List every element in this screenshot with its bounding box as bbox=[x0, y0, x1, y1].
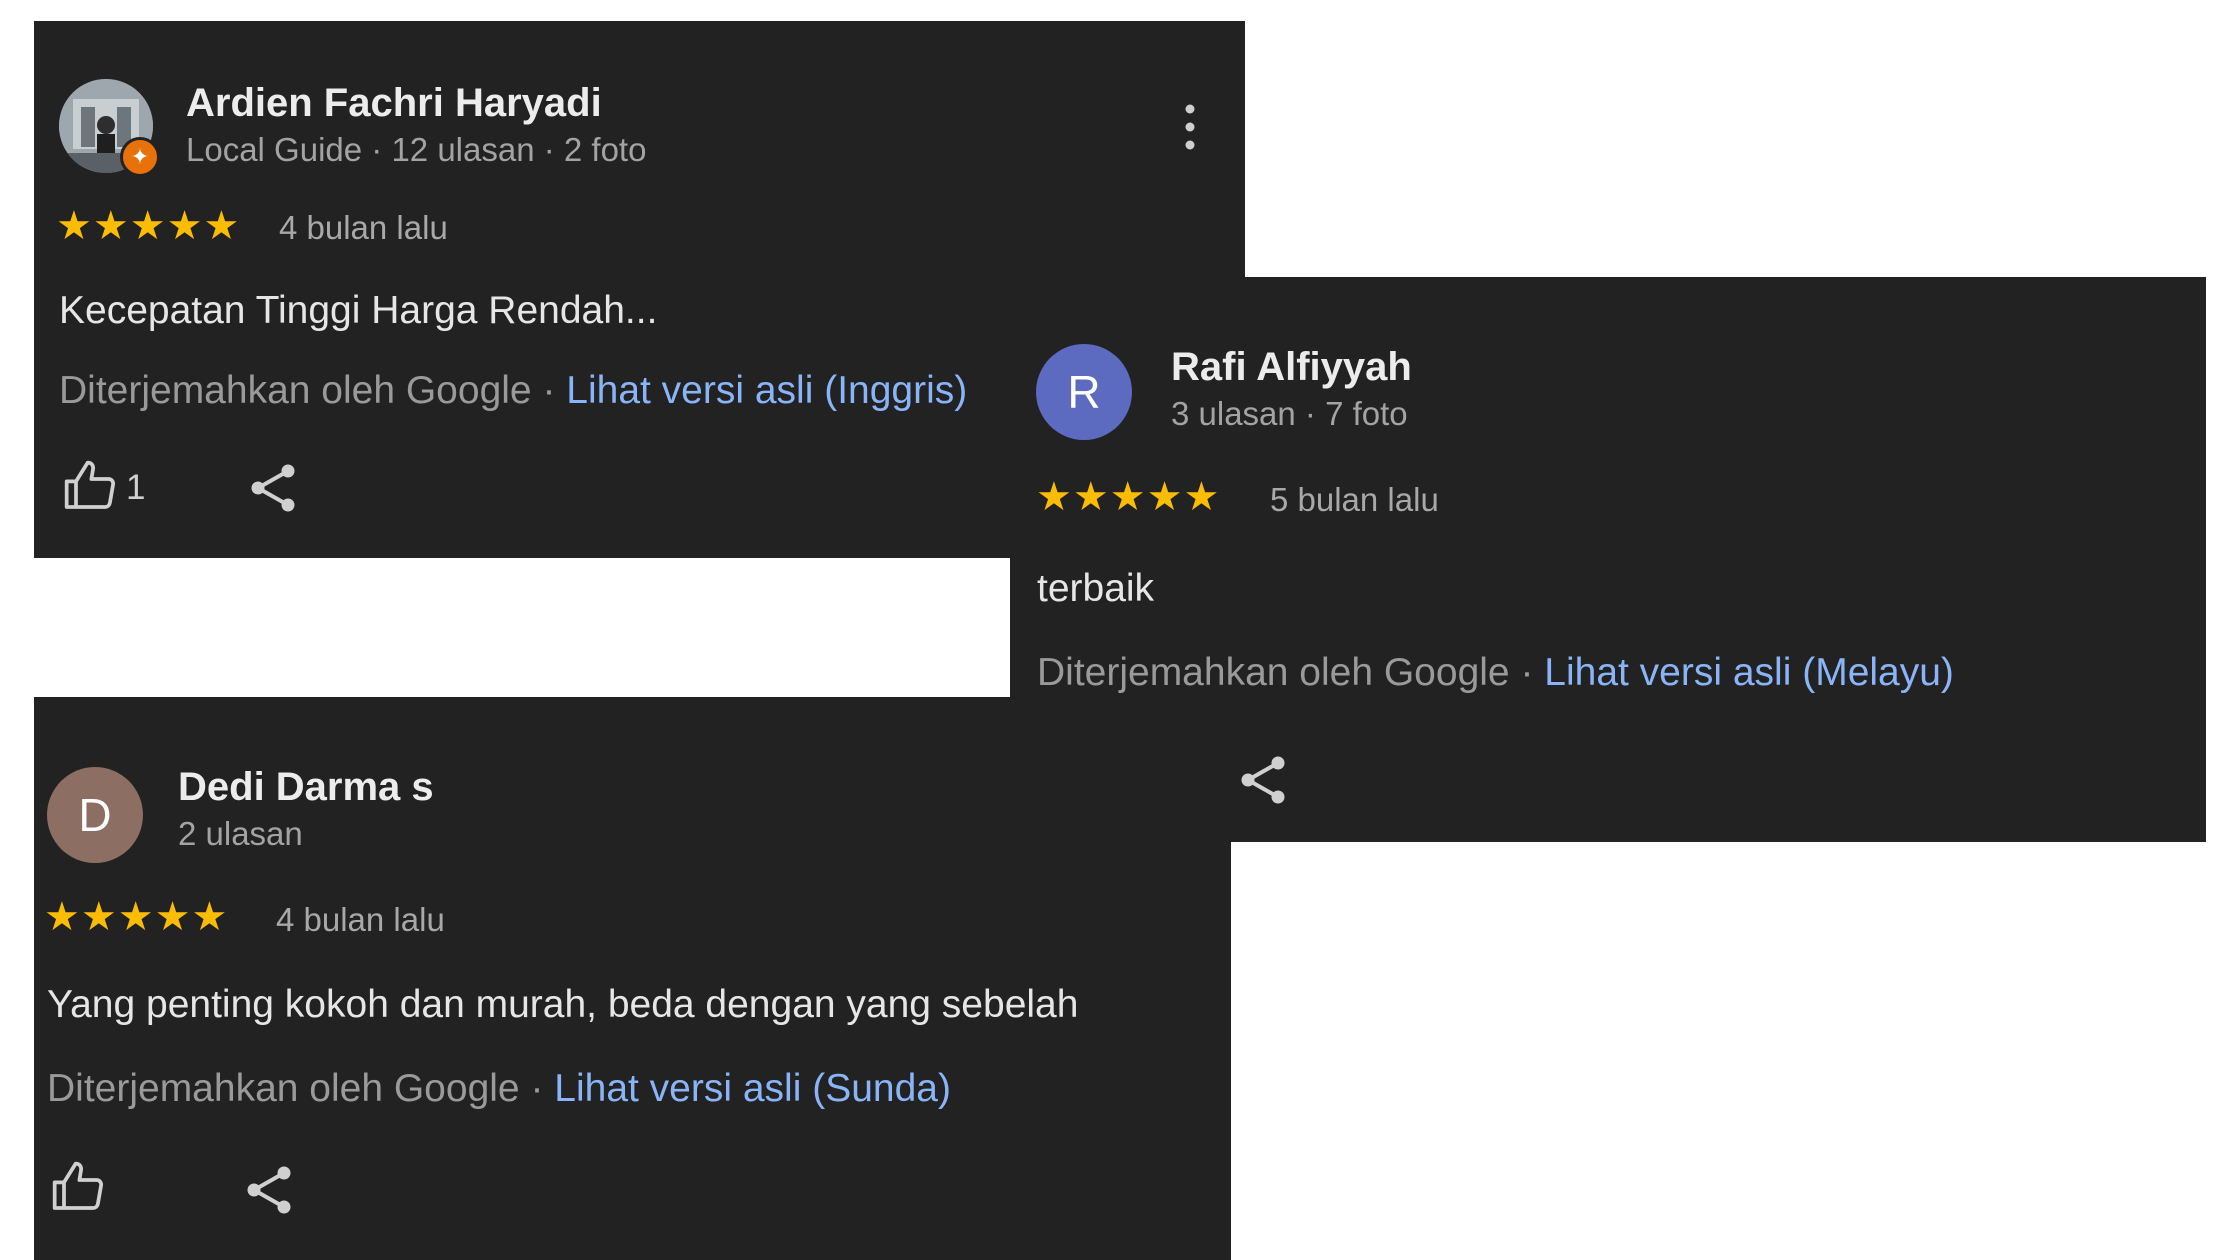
share-button[interactable] bbox=[244, 1164, 294, 1216]
share-icon bbox=[1241, 756, 1285, 804]
review-time: 5 bulan lalu bbox=[1270, 481, 1439, 518]
local-guide-badge-icon: ✦ bbox=[120, 137, 160, 177]
translation-line: Diterjemahkan oleh Google · Lihat versi … bbox=[1037, 651, 1954, 695]
star-rating: ★★★★★ bbox=[56, 204, 241, 248]
review-time: 4 bulan lalu bbox=[276, 901, 445, 938]
star-rating: ★★★★★ bbox=[1036, 475, 1221, 519]
like-button[interactable]: 1 bbox=[62, 458, 182, 518]
translated-by-label: Diterjemahkan oleh Google bbox=[47, 1067, 520, 1110]
share-icon bbox=[247, 1166, 291, 1214]
translation-line: Diterjemahkan oleh Google · Lihat versi … bbox=[59, 369, 967, 413]
translated-by-label: Diterjemahkan oleh Google bbox=[59, 369, 532, 412]
like-button[interactable] bbox=[50, 1159, 110, 1219]
translated-by-label: Diterjemahkan oleh Google bbox=[1037, 651, 1510, 694]
separator: · bbox=[531, 369, 567, 412]
thumb-up-icon bbox=[64, 460, 116, 509]
share-button[interactable] bbox=[248, 462, 298, 514]
more-options-button[interactable] bbox=[1180, 101, 1200, 155]
reviewer-name[interactable]: Dedi Darma s bbox=[178, 765, 434, 810]
more-vert-icon bbox=[1185, 104, 1195, 150]
see-original-link[interactable]: Lihat versi asli (Inggris) bbox=[566, 369, 967, 412]
translation-line: Diterjemahkan oleh Google · Lihat versi … bbox=[47, 1067, 951, 1111]
separator: · bbox=[519, 1067, 555, 1110]
reviewer-avatar[interactable]: R bbox=[1036, 344, 1132, 440]
reviewer-meta: 2 ulasan bbox=[178, 815, 303, 852]
review-text: terbaik bbox=[1037, 567, 1155, 610]
separator: · bbox=[1509, 651, 1545, 694]
like-count: 1 bbox=[126, 468, 146, 507]
see-original-link[interactable]: Lihat versi asli (Melayu) bbox=[1544, 651, 1954, 694]
star-rating: ★★★★★ bbox=[44, 895, 229, 939]
reviewer-name[interactable]: Ardien Fachri Haryadi bbox=[186, 81, 602, 126]
share-icon bbox=[251, 464, 295, 512]
review-text: Kecepatan Tinggi Harga Rendah... bbox=[59, 289, 658, 332]
reviewer-name[interactable]: Rafi Alfiyyah bbox=[1171, 345, 1412, 390]
review-card-rafi: R Rafi Alfiyyah 3 ulasan · 7 foto ★★★★★ … bbox=[1010, 277, 2206, 842]
reviewer-avatar[interactable]: D bbox=[47, 767, 143, 863]
share-button[interactable] bbox=[1238, 754, 1288, 806]
reviewer-meta: 3 ulasan · 7 foto bbox=[1171, 395, 1408, 432]
reviewer-meta: Local Guide · 12 ulasan · 2 foto bbox=[186, 131, 647, 168]
see-original-link[interactable]: Lihat versi asli (Sunda) bbox=[554, 1067, 951, 1110]
review-text: Yang penting kokoh dan murah, beda denga… bbox=[47, 983, 1079, 1026]
thumb-up-icon bbox=[52, 1161, 104, 1210]
review-time: 4 bulan lalu bbox=[279, 209, 448, 246]
